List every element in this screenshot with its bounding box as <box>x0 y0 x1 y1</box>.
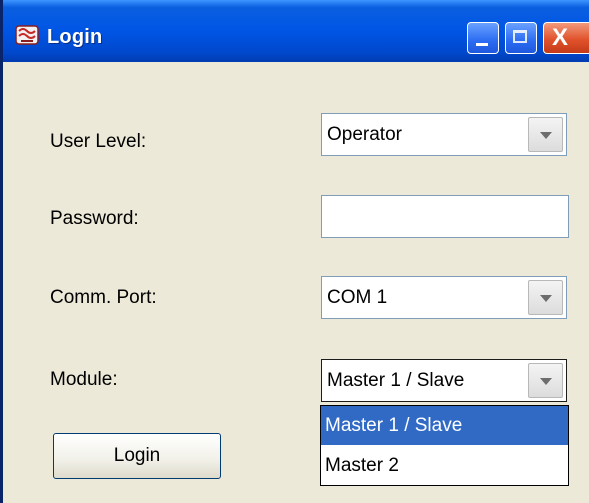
module-value: Master 1 / Slave <box>327 370 465 391</box>
comm-port-value: COM 1 <box>327 287 388 308</box>
dropdown-arrow-icon[interactable] <box>528 280 563 315</box>
close-button[interactable]: X <box>543 22 589 54</box>
maximize-button[interactable] <box>505 22 537 54</box>
password-label: Password: <box>50 208 139 229</box>
title-bar[interactable]: Login X <box>3 0 589 62</box>
maximize-icon <box>513 30 527 43</box>
module-option-master-2[interactable]: Master 2 <box>321 446 568 485</box>
dropdown-arrow-icon[interactable] <box>528 117 563 152</box>
minimize-button[interactable] <box>467 22 499 54</box>
comm-port-label: Comm. Port: <box>50 287 157 308</box>
user-level-label: User Level: <box>50 131 147 152</box>
user-level-value: Operator <box>327 124 402 145</box>
comm-port-select[interactable]: COM 1 <box>321 276 567 319</box>
module-label: Module: <box>50 369 118 390</box>
minimize-icon <box>476 43 488 46</box>
login-button[interactable]: Login <box>53 433 221 479</box>
password-input[interactable] <box>321 195 569 238</box>
module-option-master-1-slave[interactable]: Master 1 / Slave <box>321 406 568 445</box>
close-icon: X <box>552 24 569 51</box>
module-dropdown-list: Master 1 / Slave Master 2 <box>320 405 569 486</box>
app-icon <box>15 24 39 46</box>
login-window: Login X User Level: Operator Password: C… <box>0 0 589 503</box>
module-select[interactable]: Master 1 / Slave <box>321 359 567 402</box>
window-title: Login <box>47 26 103 48</box>
dropdown-arrow-icon[interactable] <box>528 363 563 398</box>
user-level-select[interactable]: Operator <box>321 113 567 156</box>
